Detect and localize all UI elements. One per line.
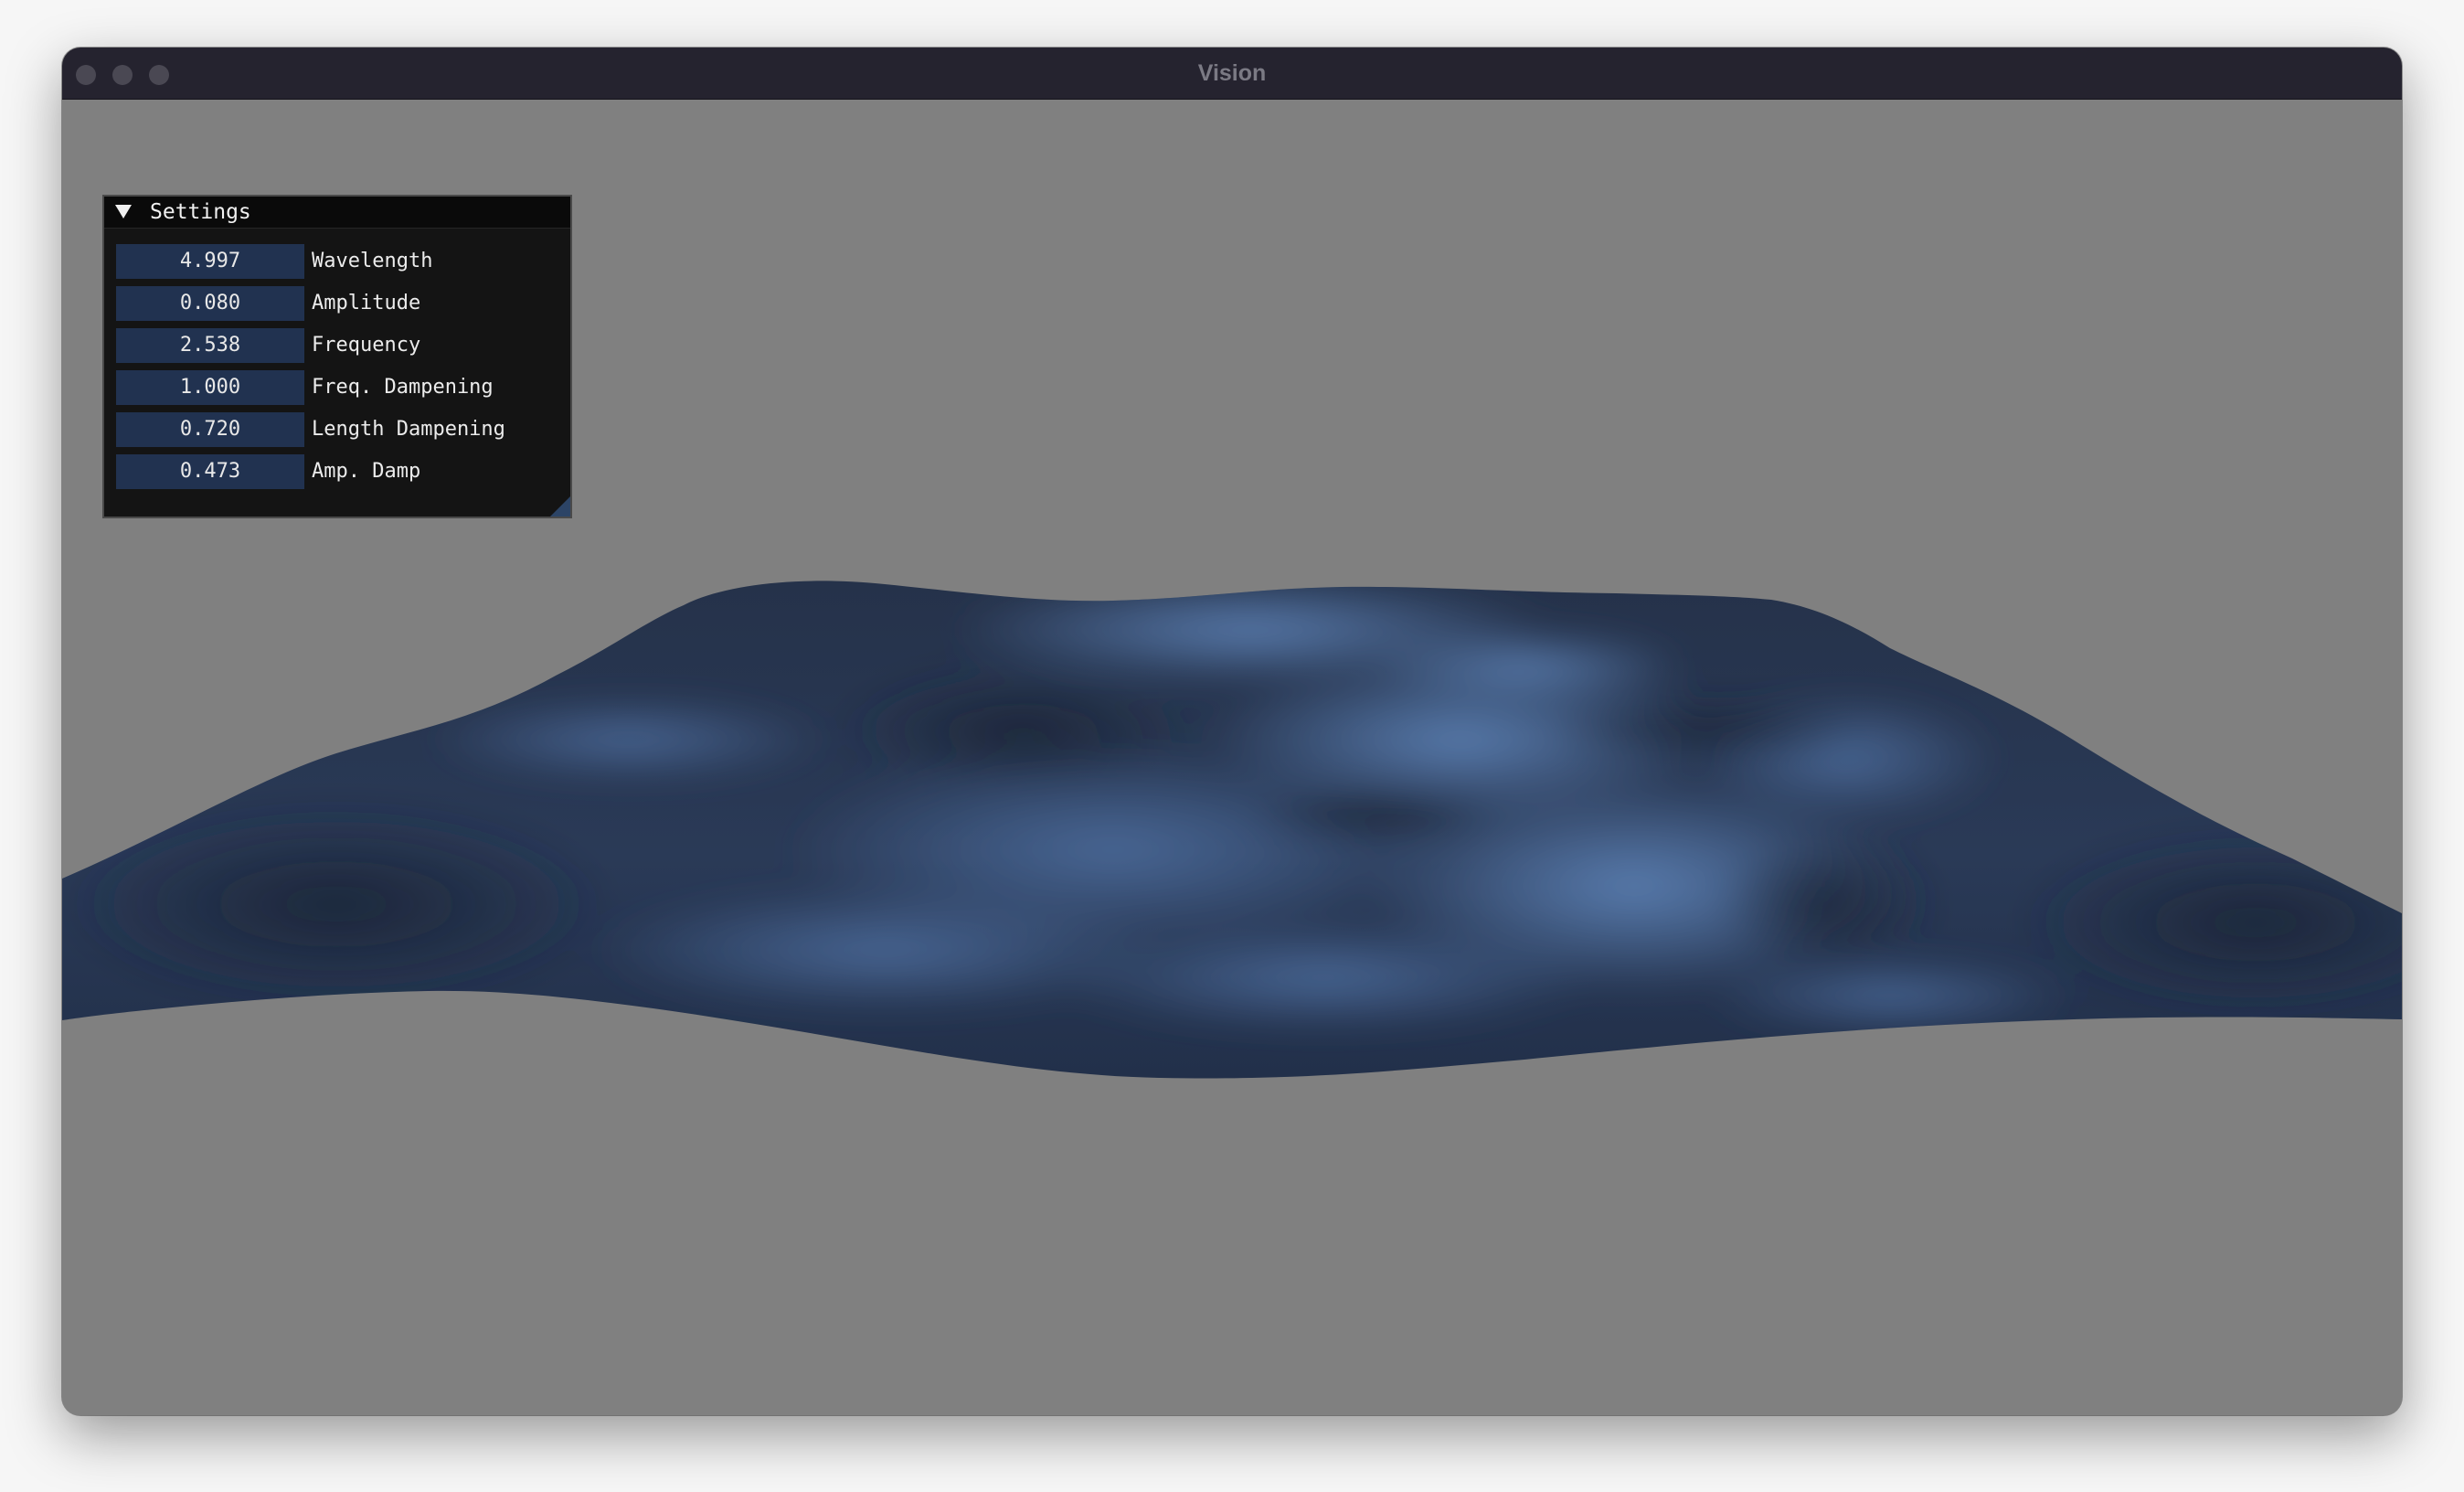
setting-row-length-dampening: 0.720 Length Dampening	[116, 412, 564, 447]
frequency-drag-input[interactable]: 2.538	[116, 328, 304, 363]
wavelength-label: Wavelength	[312, 250, 433, 272]
wavelength-drag-input[interactable]: 4.997	[116, 244, 304, 279]
window-title: Vision	[1197, 60, 1267, 86]
freq-dampening-drag-input[interactable]: 1.000	[116, 370, 304, 405]
resize-grip-icon[interactable]	[550, 496, 570, 517]
length-dampening-drag-input[interactable]: 0.720	[116, 412, 304, 447]
collapse-triangle-icon[interactable]	[115, 205, 132, 218]
setting-row-amp-damp: 0.473 Amp. Damp	[116, 454, 564, 489]
setting-row-freq-dampening: 1.000 Freq. Dampening	[116, 370, 564, 405]
setting-row-amplitude: 0.080 Amplitude	[116, 286, 564, 321]
app-window: Vision Settings 4.997 Wavelength 0.080 A…	[62, 48, 2402, 1415]
amp-damp-drag-input[interactable]: 0.473	[116, 454, 304, 489]
amplitude-label: Amplitude	[312, 292, 421, 314]
title-bar[interactable]: Vision	[62, 48, 2402, 100]
setting-row-wavelength: 4.997 Wavelength	[116, 244, 564, 279]
amp-damp-label: Amp. Damp	[312, 460, 421, 483]
frequency-label: Frequency	[312, 334, 421, 357]
length-dampening-label: Length Dampening	[312, 418, 505, 441]
settings-panel[interactable]: Settings 4.997 Wavelength 0.080 Amplitud…	[102, 195, 572, 518]
settings-panel-title: Settings	[150, 200, 251, 224]
render-viewport[interactable]: Settings 4.997 Wavelength 0.080 Amplitud…	[62, 100, 2402, 1415]
freq-dampening-label: Freq. Dampening	[312, 376, 494, 399]
setting-row-frequency: 2.538 Frequency	[116, 328, 564, 363]
settings-panel-header[interactable]: Settings	[104, 197, 570, 229]
amplitude-drag-input[interactable]: 0.080	[116, 286, 304, 321]
